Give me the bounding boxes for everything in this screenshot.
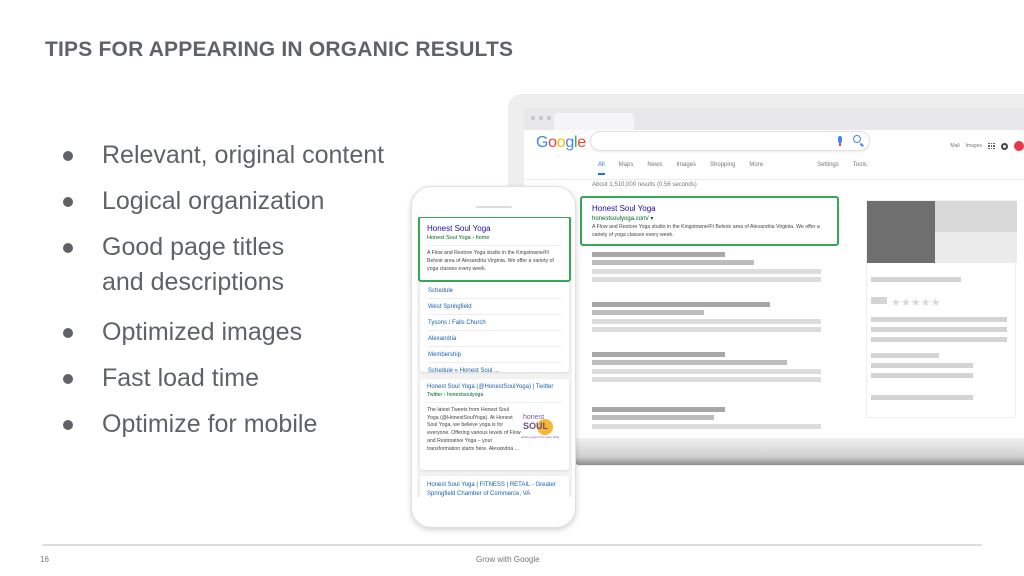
- bullet-item: Logical organization: [60, 184, 324, 219]
- top-links: Mail Images: [950, 141, 1024, 151]
- nav-divider: [524, 179, 1024, 180]
- bullet-item: Optimized images: [60, 315, 302, 350]
- placeholder-kp-text: [871, 373, 973, 378]
- bullet-item: Relevant, original content: [60, 138, 384, 173]
- placeholder-result-text: [592, 424, 821, 429]
- placeholder-result-text: [592, 369, 821, 374]
- browser-window: Google Mail Images All Maps News Images …: [524, 108, 1024, 438]
- twitter-result-description: The latest Tweets from Honest Soul Yoga …: [427, 407, 521, 452]
- phone-speaker: [476, 206, 512, 208]
- sitelink-tysons[interactable]: Tysons / Falls Church: [428, 315, 561, 331]
- twitter-result-url[interactable]: Twitter › honestsoulyoga: [427, 392, 562, 403]
- bullet-dot-icon: [63, 197, 73, 207]
- placeholder-kp-title: [871, 277, 961, 282]
- tab-settings[interactable]: Settings: [817, 162, 839, 175]
- placeholder-result-url: [592, 310, 704, 315]
- sitelink-schedule[interactable]: Schedule: [428, 283, 561, 299]
- bullet-item: Optimize for mobile: [60, 407, 317, 442]
- tab-shopping[interactable]: Shopping: [710, 162, 735, 175]
- placeholder-kp-text: [871, 363, 973, 368]
- placeholder-result-text: [592, 327, 821, 332]
- search-nav-tabs: All Maps News Images Shopping More Setti…: [598, 162, 881, 175]
- bullet-dot-icon: [63, 243, 73, 253]
- honest-soul-logo: honest SOUL where yoga is for every body: [521, 414, 560, 439]
- sitelink-membership[interactable]: Membership: [428, 347, 561, 363]
- footer-divider: [42, 544, 982, 546]
- window-controls-icon: [531, 116, 551, 120]
- mobile-result-description: A Flow and Restore Yoga studio in the Ki…: [427, 250, 554, 272]
- page-number: 16: [40, 555, 49, 564]
- placeholder-result-url: [592, 260, 754, 265]
- placeholder-kp-text: [871, 395, 973, 400]
- tab-maps[interactable]: Maps: [619, 162, 634, 175]
- bullet-dot-icon: [63, 151, 73, 161]
- tab-images[interactable]: Images: [676, 162, 696, 175]
- images-link[interactable]: Images: [966, 143, 982, 149]
- mobile-result-breadcrumb[interactable]: Honest Soul Yoga › home: [427, 235, 562, 246]
- search-icon[interactable]: [853, 135, 861, 143]
- placeholder-kp-text: [871, 337, 1007, 342]
- bullet-item: Fast load time: [60, 361, 259, 396]
- browser-tab[interactable]: [554, 113, 634, 130]
- placeholder-result-text: [592, 269, 821, 274]
- placeholder-result-title: [592, 252, 725, 257]
- sitelink-alexandria[interactable]: Alexandria: [428, 331, 561, 347]
- result-stats: About 1,510,000 results (0.56 seconds): [592, 182, 697, 188]
- knowledge-panel-image: [935, 201, 1017, 232]
- tab-news[interactable]: News: [647, 162, 662, 175]
- placeholder-result-title: [592, 302, 770, 307]
- placeholder-result-text: [592, 319, 821, 324]
- placeholder-result-text: [592, 377, 821, 382]
- chamber-result-card: Honest Soul Yoga | FITNESS | RETAIL - Gr…: [420, 476, 569, 497]
- phone-frame: Honest Soul Yoga Honest Soul Yoga › home…: [411, 186, 576, 528]
- tab-more[interactable]: More: [749, 162, 763, 175]
- bullet-dot-icon: [63, 374, 73, 384]
- bullet-dot-icon: [63, 420, 73, 430]
- bullet-dot-icon: [63, 328, 73, 338]
- knowledge-panel-image: [935, 232, 1017, 263]
- knowledge-panel-image: [867, 201, 935, 263]
- browser-tab-bar: [524, 108, 1024, 130]
- placeholder-result-url: [592, 415, 714, 420]
- knowledge-panel: ★★★★★: [866, 200, 1017, 418]
- footer-brand: Grow with Google: [476, 555, 540, 564]
- tab-tools[interactable]: Tools: [853, 162, 867, 175]
- phone-screen: Honest Soul Yoga Honest Soul Yoga › home…: [417, 217, 572, 497]
- result-description: A Flow and Restore Yoga studio in the Ki…: [592, 224, 820, 238]
- sitelink-schedule-more[interactable]: Schedule » Honest Soul ...: [428, 363, 561, 379]
- twitter-result-card: Honest Soul Yoga (@HonestSoulYoga) | Twi…: [420, 379, 569, 470]
- result-url[interactable]: honestsoulyoga.com/ ▾: [592, 215, 827, 222]
- search-input[interactable]: [590, 131, 870, 151]
- placeholder-kp-text: [871, 353, 939, 358]
- avatar[interactable]: [1014, 141, 1024, 151]
- placeholder-kp-text: [871, 327, 1007, 332]
- placeholder-result-title: [592, 352, 725, 357]
- mobile-result-card: Honest Soul Yoga Honest Soul Yoga › home…: [418, 217, 571, 374]
- result-title-link[interactable]: Honest Soul Yoga: [592, 204, 827, 213]
- mail-link[interactable]: Mail: [950, 143, 959, 149]
- sitelink-west-springfield[interactable]: West Springfield: [428, 299, 561, 315]
- star-rating-icon: ★★★★★: [891, 297, 941, 309]
- chamber-result-title-link[interactable]: Honest Soul Yoga | FITNESS | RETAIL - Gr…: [427, 481, 562, 497]
- tab-all[interactable]: All: [598, 162, 605, 175]
- microphone-icon[interactable]: [837, 136, 843, 146]
- settings-icon[interactable]: [1001, 142, 1008, 150]
- mobile-result-title-link[interactable]: Honest Soul Yoga: [427, 224, 562, 233]
- highlighted-mobile-result: Honest Soul Yoga Honest Soul Yoga › home…: [418, 217, 571, 282]
- placeholder-result-title: [592, 407, 725, 412]
- placeholder-result-url: [592, 360, 787, 365]
- slide-title: TIPS FOR APPEARING IN ORGANIC RESULTS: [45, 38, 514, 61]
- laptop-base: [575, 437, 1024, 465]
- placeholder-kp-rating: [871, 297, 887, 304]
- twitter-result-title-link[interactable]: Honest Soul Yoga (@HonestSoulYoga) | Twi…: [427, 384, 562, 390]
- apps-grid-icon[interactable]: [988, 142, 995, 150]
- placeholder-kp-text: [871, 317, 1007, 322]
- highlighted-search-result: Honest Soul Yoga honestsoulyoga.com/ ▾ A…: [580, 196, 839, 246]
- placeholder-result-text: [592, 277, 821, 282]
- google-logo[interactable]: Google: [536, 134, 586, 152]
- bullet-item: Good page titles and descriptions: [60, 230, 284, 300]
